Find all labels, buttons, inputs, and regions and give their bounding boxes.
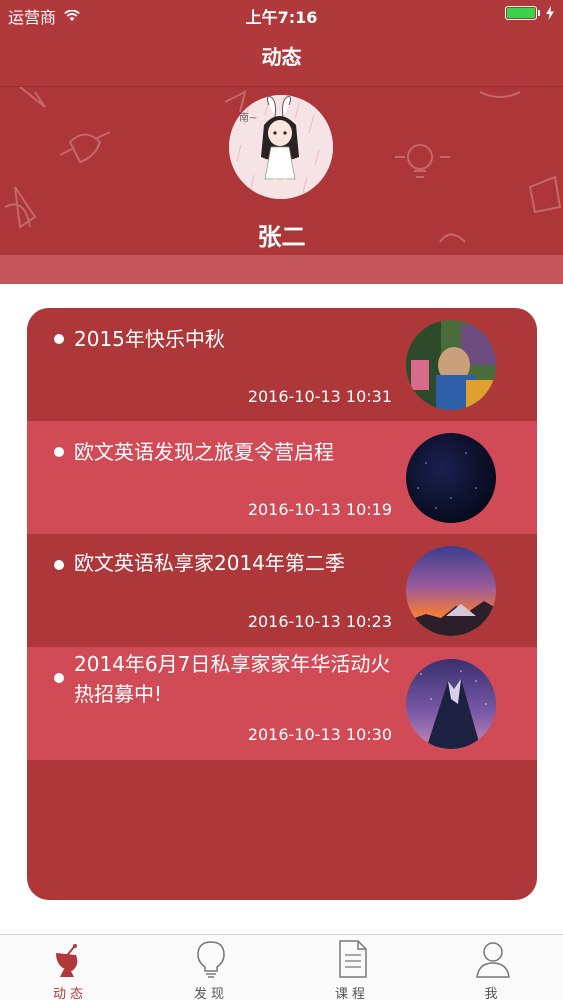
- feed-item-time: 2016-10-13 10:19: [247, 500, 392, 519]
- feed-item-title: 欧文英语发现之旅夏令营启程: [74, 440, 334, 464]
- status-time: 上午7:16: [245, 8, 318, 27]
- battery-icon: [505, 6, 540, 20]
- bullet-icon: [54, 447, 64, 457]
- profile-name: 张二: [257, 223, 306, 251]
- feed-item-time: 2016-10-13 10:23: [247, 612, 392, 631]
- feed-item[interactable]: 欧文英语私享家2014年第二季 2016-10-13 10:23: [27, 534, 537, 647]
- profile-header: 南~ 张二: [0, 87, 563, 255]
- feed-card: 2015年快乐中秋 2016-10-13 10:31 欧文英语发现之旅夏令营启程…: [27, 308, 537, 900]
- feed-item-time: 2016-10-13 10:30: [247, 725, 392, 744]
- tab-label: 动态: [52, 987, 87, 1000]
- avatar[interactable]: 南~: [229, 95, 333, 199]
- satellite-dish-icon: [56, 944, 78, 977]
- bullet-icon: [54, 334, 64, 344]
- feed-item-title: 2015年快乐中秋: [74, 327, 225, 351]
- tab-courses[interactable]: 课程: [282, 935, 422, 1000]
- feed-item-thumbnail: [406, 659, 496, 749]
- feed-item-thumbnail: [406, 433, 496, 523]
- tab-label: 我: [484, 987, 502, 1000]
- feed-item-thumbnail: [406, 546, 496, 636]
- charging-icon: [546, 6, 554, 20]
- battery-fill: [507, 8, 535, 18]
- feed-item-thumbnail: [406, 320, 496, 410]
- svg-text:南~: 南~: [239, 111, 257, 124]
- tab-label: 课程: [334, 987, 369, 1000]
- feed-item[interactable]: 2015年快乐中秋 2016-10-13 10:31: [27, 308, 537, 421]
- lightbulb-icon: [197, 941, 225, 978]
- tab-me[interactable]: 我: [423, 935, 563, 1000]
- status-right: [505, 6, 555, 20]
- feed-item[interactable]: 2014年6月7日私享家家年华活动火热招募中! 2016-10-13 10:30: [27, 647, 537, 760]
- tab-label: 发现: [193, 987, 228, 1000]
- feed-item-title: 2014年6月7日私享家家年华活动火热招募中!: [74, 652, 391, 706]
- tab-bar: 动态 发现 课程 我: [0, 934, 563, 1000]
- header-strip: [0, 255, 563, 284]
- feed-item-time: 2016-10-13 10:31: [247, 387, 392, 406]
- tab-discover[interactable]: 发现: [141, 935, 281, 1000]
- document-icon: [339, 940, 367, 978]
- status-bar: 运营商 上午7:16: [0, 0, 563, 30]
- feed-item-title: 欧文英语私享家2014年第二季: [74, 551, 345, 575]
- nav-title: 动态: [261, 45, 302, 69]
- feed-item[interactable]: 欧文英语发现之旅夏令营启程 2016-10-13 10:19: [27, 421, 537, 534]
- bullet-icon: [54, 673, 64, 683]
- person-icon: [476, 942, 510, 978]
- tab-dynamic[interactable]: 动态: [0, 935, 140, 1000]
- bullet-icon: [54, 560, 64, 570]
- nav-bar: 动态: [0, 30, 563, 87]
- avatar-illustration: 南~: [229, 95, 333, 199]
